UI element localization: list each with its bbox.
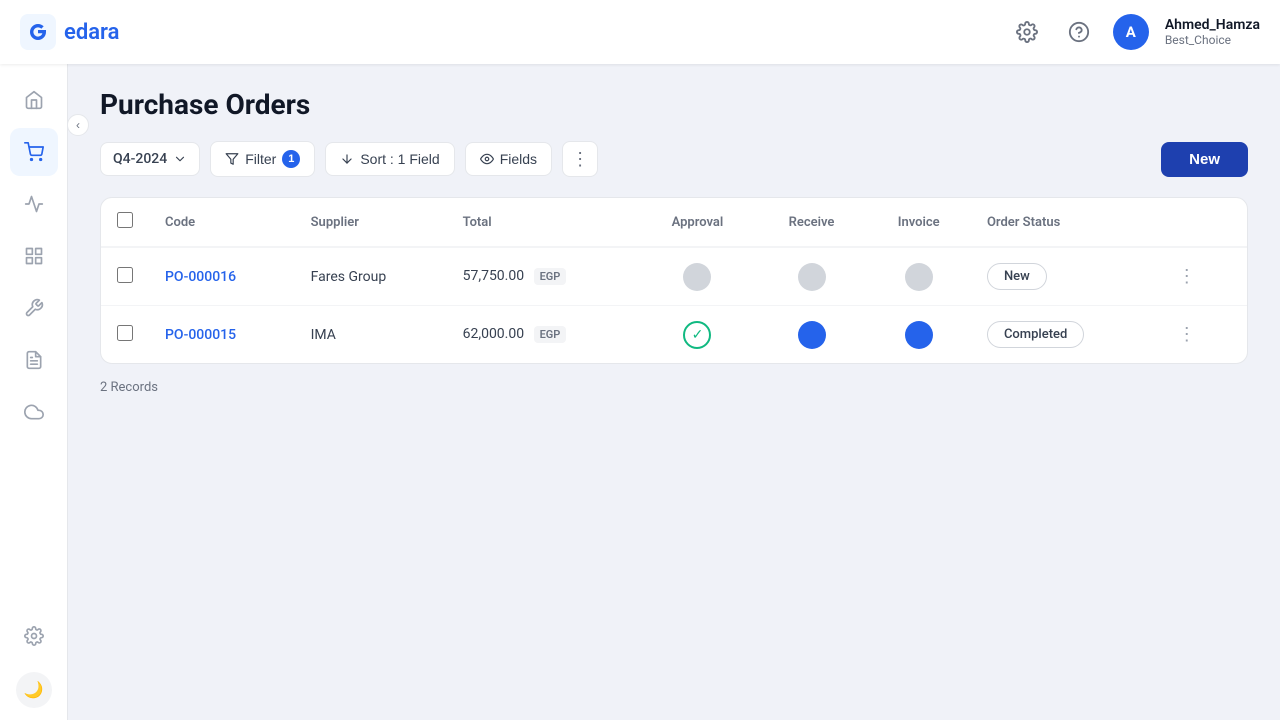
currency-badge: EGP <box>534 268 567 285</box>
filter-icon <box>225 152 239 166</box>
purchase-orders-table: Code Supplier Total Approval Receive Inv… <box>100 197 1248 364</box>
new-button[interactable]: New <box>1161 142 1248 177</box>
body-wrap: 🌙 ‹ Purchase Orders Q4-2024 Filter <box>0 64 1280 720</box>
quarter-select[interactable]: Q4-2024 <box>100 142 200 176</box>
order-status-cell: Completed <box>971 306 1154 364</box>
approval-dot <box>683 263 711 291</box>
fields-label: Fields <box>500 151 537 167</box>
help-icon-btn[interactable] <box>1061 14 1097 50</box>
receive-cell <box>757 306 867 364</box>
col-header-invoice: Invoice <box>867 198 971 247</box>
quarter-label: Q4-2024 <box>113 151 167 167</box>
user-info: Ahmed_Hamza Best_Choice <box>1165 17 1260 47</box>
table-row: PO-000015 IMA62,000.00 EGP ✓ Completed ⋮ <box>101 306 1247 364</box>
order-status-badge: New <box>987 263 1047 290</box>
approval-cell: ✓ <box>638 306 756 364</box>
page-title: Purchase Orders <box>100 88 1248 121</box>
header: edara A Ahmed_Hamza Best_Choice <box>0 0 1280 64</box>
sort-label: Sort : 1 Field <box>360 151 439 167</box>
sidebar: 🌙 <box>0 64 68 720</box>
settings-icon-btn[interactable] <box>1009 14 1045 50</box>
col-header-approval: Approval <box>638 198 756 247</box>
sidebar-item-grid[interactable] <box>10 232 58 280</box>
approval-cell <box>638 247 756 306</box>
receive-dot <box>798 263 826 291</box>
sidebar-bottom: 🌙 <box>10 612 58 708</box>
content-area: Purchase Orders Q4-2024 Filter 1 <box>68 64 1280 720</box>
toolbar: Q4-2024 Filter 1 <box>100 141 1248 177</box>
total-cell: 62,000.00 EGP <box>447 306 639 364</box>
sort-button[interactable]: Sort : 1 Field <box>325 142 454 176</box>
sidebar-item-cloud[interactable] <box>10 388 58 436</box>
sidebar-item-analytics[interactable] <box>10 180 58 228</box>
filter-label: Filter <box>245 151 276 167</box>
sort-icon <box>340 152 354 166</box>
order-status-cell: New <box>971 247 1154 306</box>
row-checkbox-0[interactable] <box>117 267 133 283</box>
supplier-cell: Fares Group <box>295 247 447 306</box>
logo-text: edara <box>64 20 119 45</box>
col-header-total: Total <box>447 198 639 247</box>
records-count: 2 Records <box>100 380 1248 395</box>
chevron-down-icon <box>173 152 187 166</box>
filter-count-badge: 1 <box>282 150 300 168</box>
table-row: PO-000016 Fares Group57,750.00 EGP New ⋮ <box>101 247 1247 306</box>
sidebar-item-tools[interactable] <box>10 284 58 332</box>
order-status-badge: Completed <box>987 321 1084 348</box>
select-all-checkbox[interactable] <box>117 212 133 228</box>
col-header-actions <box>1154 198 1247 247</box>
row-checkbox-1[interactable] <box>117 325 133 341</box>
col-header-code: Code <box>149 198 295 247</box>
sidebar-item-home[interactable] <box>10 76 58 124</box>
user-sub: Best_Choice <box>1165 33 1260 47</box>
sidebar-item-settings[interactable] <box>10 612 58 660</box>
logo-area: edara <box>20 14 119 50</box>
col-header-supplier: Supplier <box>295 198 447 247</box>
invoice-cell <box>867 306 971 364</box>
invoice-cell <box>867 247 971 306</box>
col-header-receive: Receive <box>757 198 867 247</box>
invoice-dot <box>905 263 933 291</box>
avatar: A <box>1113 14 1149 50</box>
select-all-header <box>101 198 149 247</box>
receive-cell <box>757 247 867 306</box>
logo-icon <box>20 14 56 50</box>
total-cell: 57,750.00 EGP <box>447 247 639 306</box>
row-menu-button[interactable]: ⋮ <box>1170 262 1204 291</box>
receive-dot <box>798 321 826 349</box>
fields-button[interactable]: Fields <box>465 142 552 176</box>
col-header-order-status: Order Status <box>971 198 1154 247</box>
invoice-dot <box>905 321 933 349</box>
eye-icon <box>480 152 494 166</box>
sidebar-item-reports[interactable] <box>10 336 58 384</box>
table-header-row: Code Supplier Total Approval Receive Inv… <box>101 198 1247 247</box>
main-content: ‹ Purchase Orders Q4-2024 Filter 1 <box>68 64 1280 720</box>
sidebar-item-purchase[interactable] <box>10 128 58 176</box>
header-right: A Ahmed_Hamza Best_Choice <box>1009 14 1260 50</box>
more-options-button[interactable]: ⋮ <box>562 141 598 177</box>
po-code-link[interactable]: PO-000015 <box>165 327 236 343</box>
dark-mode-toggle[interactable]: 🌙 <box>16 672 52 708</box>
filter-button[interactable]: Filter 1 <box>210 141 315 177</box>
user-name: Ahmed_Hamza <box>1165 17 1260 33</box>
approval-check-icon: ✓ <box>683 321 711 349</box>
sidebar-collapse-btn[interactable]: ‹ <box>68 114 89 136</box>
po-code-link[interactable]: PO-000016 <box>165 269 236 285</box>
row-menu-button[interactable]: ⋮ <box>1170 320 1204 349</box>
supplier-cell: IMA <box>295 306 447 364</box>
currency-badge: EGP <box>534 326 567 343</box>
